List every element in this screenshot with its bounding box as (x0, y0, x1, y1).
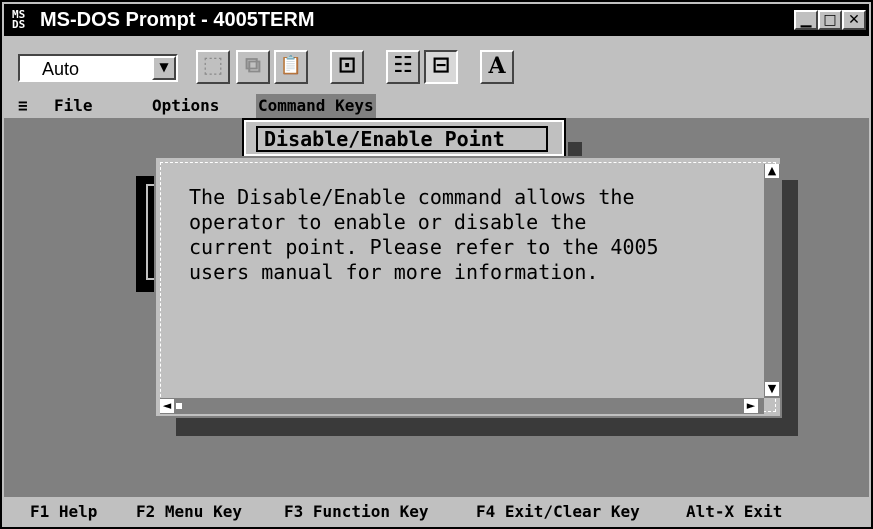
function-key-bar: F1 Help F2 Menu Key F3 Function Key F4 E… (4, 497, 869, 527)
toolbar: Auto ▼ ⬚ ⧉ 📋 ⊡ ☷ ⊟ A (4, 36, 869, 94)
properties-icon: ☷ (393, 53, 413, 78)
scroll-up-icon[interactable]: ▲ (765, 164, 779, 178)
vertical-scrollbar[interactable]: ▲ ▼ (764, 164, 780, 398)
maximize-button[interactable]: □ (818, 10, 842, 30)
mark-button[interactable]: ⬚ (196, 50, 230, 84)
window-title: MS-DOS Prompt - 4005TERM (40, 9, 315, 31)
background-icon: ⊟ (431, 53, 451, 78)
dialog-shadow-bottom (176, 418, 798, 436)
scroll-down-icon[interactable]: ▼ (765, 382, 779, 396)
help-dialog: The Disable/Enable command allows the ope… (154, 156, 782, 418)
system-menu-icon[interactable]: ≡ (18, 94, 28, 118)
help-text: The Disable/Enable command allows the ope… (189, 185, 749, 285)
mark-icon: ⬚ (202, 53, 224, 78)
dropdown-arrow-icon[interactable]: ▼ (152, 56, 176, 80)
alt-x-exit-key[interactable]: Alt-X Exit (686, 497, 782, 527)
help-line: users manual for more information. (189, 260, 599, 284)
maximize-icon: □ (823, 12, 837, 28)
properties-button[interactable]: ☷ (386, 50, 420, 84)
fullscreen-icon: ⊡ (337, 53, 357, 78)
close-icon: ✕ (848, 12, 860, 28)
font-icon: A (488, 53, 506, 79)
dos-menu-bar: ≡ File Options Command Keys (4, 94, 869, 118)
command-keys-dropdown: Disable/Enable Point (242, 118, 566, 158)
title-bar[interactable]: MS DS MS-DOS Prompt - 4005TERM ▁ □ ✕ (4, 4, 869, 36)
minimize-icon: ▁ (800, 12, 812, 28)
f4-exit-clear-key[interactable]: F4 Exit/Clear Key (476, 497, 640, 527)
scroll-right-icon[interactable]: ► (744, 399, 758, 413)
font-button[interactable]: A (480, 50, 514, 84)
dos-screen[interactable]: ≡ File Options Command Keys Disable/Enab… (4, 94, 869, 527)
f1-help-key[interactable]: F1 Help (30, 497, 97, 527)
background-button[interactable]: ⊟ (424, 50, 458, 84)
f3-function-key[interactable]: F3 Function Key (284, 497, 429, 527)
scroll-left-icon[interactable]: ◄ (160, 399, 174, 413)
f2-menu-key[interactable]: F2 Menu Key (136, 497, 242, 527)
copy-icon: ⧉ (245, 53, 261, 78)
close-button[interactable]: ✕ (842, 10, 866, 30)
help-line: The Disable/Enable command allows the (189, 185, 635, 209)
help-dialog-frame: The Disable/Enable command allows the ope… (160, 162, 776, 412)
minimize-button[interactable]: ▁ (794, 10, 818, 30)
menu-options[interactable]: Options (152, 94, 219, 118)
ms-dos-icon[interactable]: MS DS (12, 9, 34, 30)
horizontal-scrollbar[interactable]: ◄ ► (160, 398, 764, 414)
menu-item-disable-enable-point[interactable]: Disable/Enable Point (256, 126, 548, 152)
dialog-shadow-right (782, 180, 798, 436)
font-size-value: Auto (42, 59, 80, 79)
copy-button[interactable]: ⧉ (236, 50, 270, 84)
help-line: current point. Please refer to the 4005 (189, 235, 659, 259)
paste-button[interactable]: 📋 (274, 50, 308, 84)
menu-command-keys[interactable]: Command Keys (256, 94, 376, 118)
font-size-select[interactable]: Auto ▼ (18, 54, 178, 82)
paste-icon: 📋 (279, 55, 303, 76)
fullscreen-button[interactable]: ⊡ (330, 50, 364, 84)
ms-dos-window: MS DS MS-DOS Prompt - 4005TERM ▁ □ ✕ Auto… (0, 0, 873, 529)
menu-file[interactable]: File (54, 94, 93, 118)
help-line: operator to enable or disable the (189, 210, 587, 234)
scroll-thumb[interactable] (176, 403, 182, 409)
